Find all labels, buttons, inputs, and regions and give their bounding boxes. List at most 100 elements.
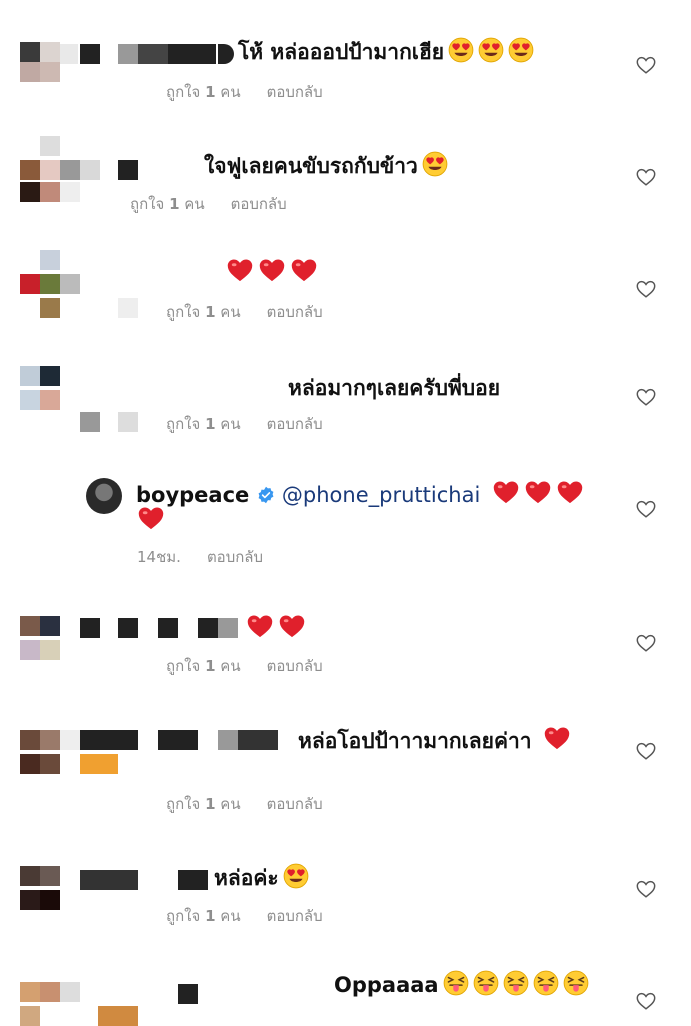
like-count[interactable]: ถูกใจ 1 คน: [166, 657, 241, 675]
reply-link[interactable]: ตอบกลับ: [267, 795, 323, 813]
redacted-username: [80, 412, 100, 432]
red-heart-emoji: [492, 478, 520, 506]
comment-meta: ถูกใจ 1 คน ตอบกลับ: [130, 192, 313, 216]
redacted-username: [98, 1006, 138, 1026]
avatar[interactable]: [20, 616, 60, 660]
redacted-username: [118, 412, 138, 432]
avatar[interactable]: [20, 866, 60, 910]
redacted-username: [138, 44, 168, 64]
reply-link[interactable]: ตอบกลับ: [231, 195, 287, 213]
redacted-username: [218, 618, 238, 638]
mention-link[interactable]: @phone_pruttichai: [282, 483, 480, 507]
squint-tongue-emoji: [563, 970, 589, 996]
red-heart-emoji: [556, 478, 584, 506]
heart-outline-icon[interactable]: [635, 278, 657, 300]
heart-eyes-emoji: [508, 37, 534, 63]
like-count[interactable]: ถูกใจ 1 คน: [130, 195, 205, 213]
comment-text: [242, 612, 306, 641]
avatar[interactable]: [20, 730, 60, 774]
red-heart-emoji: [278, 612, 306, 640]
like-count[interactable]: ถูกใจ 1 คน: [166, 303, 241, 321]
squint-tongue-emoji: [533, 970, 559, 996]
reply-link[interactable]: ตอบกลับ: [267, 657, 323, 675]
heart-outline-icon[interactable]: [635, 740, 657, 762]
redacted-username: [158, 618, 178, 638]
redacted-username: [238, 730, 278, 750]
redacted-username: [168, 44, 216, 64]
squint-tongue-emoji: [503, 970, 529, 996]
avatar[interactable]: [20, 42, 60, 82]
heart-outline-icon[interactable]: [635, 632, 657, 654]
redacted-username: [80, 44, 100, 64]
reply-link[interactable]: ตอบกลับ: [267, 415, 323, 433]
heart-eyes-emoji: [478, 37, 504, 63]
comment-meta: ถูกใจ 1 คน ตอบกลับ: [166, 904, 349, 928]
redacted-username: [198, 618, 218, 638]
reply-item: boypeace @phone_pruttichai 14ชม. ตอบกลับ: [0, 478, 691, 578]
redacted-username: [80, 730, 138, 750]
comment-meta: ถูกใจ 1 คน ตอบกลับ: [166, 300, 349, 324]
reply-meta: 14ชม. ตอบกลับ: [137, 545, 289, 569]
comment-text: โห้ หล่อออปป้ามากเฮีย: [238, 36, 534, 69]
comment-text: หล่อค่ะ: [214, 862, 309, 895]
heart-eyes-emoji: [422, 151, 448, 177]
comment-text: [222, 256, 318, 285]
comment-item: หล่อโอปป้าาามากเลยค่าา ถูกใจ 1 คน ตอบกลับ: [0, 724, 691, 814]
red-heart-emoji: [246, 612, 274, 640]
avatar[interactable]: [20, 136, 80, 206]
heart-outline-icon[interactable]: [635, 498, 657, 520]
redacted-username: [118, 298, 138, 318]
heart-outline-icon[interactable]: [635, 386, 657, 408]
comment-text: หล่อมากๆเลยครับพี่บอย: [288, 376, 501, 400]
heart-outline-icon[interactable]: [635, 878, 657, 900]
redacted-username: [218, 730, 238, 750]
redacted-username: [80, 160, 100, 180]
squint-tongue-emoji: [443, 970, 469, 996]
heart-outline-icon[interactable]: [635, 990, 657, 1012]
red-heart-emoji: [258, 256, 286, 284]
like-count[interactable]: ถูกใจ 1 คน: [166, 907, 241, 925]
heart-outline-icon[interactable]: [635, 166, 657, 188]
comment-item: ถูกใจ 1 คน ตอบกลับ: [0, 250, 691, 330]
verified-badge-icon: [258, 486, 274, 504]
comment-meta: ถูกใจ 1 คน ตอบกลับ: [166, 792, 349, 816]
comment-item: ถูกใจ 1 คน ตอบกลับ: [0, 616, 691, 686]
redacted-username: [118, 160, 138, 180]
comment-item: ใจฟูเลยคนขับรถกับข้าว ถูกใจ 1 คน ตอบกลับ: [0, 136, 691, 216]
avatar[interactable]: [20, 366, 60, 410]
red-heart-emoji: [226, 256, 254, 284]
heart-eyes-emoji: [283, 863, 309, 889]
like-count[interactable]: ถูกใจ 1 คน: [166, 795, 241, 813]
reply-text: boypeace @phone_pruttichai: [136, 478, 584, 507]
heart-outline-icon[interactable]: [635, 54, 657, 76]
comment-item: หล่อมากๆเลยครับพี่บอย ถูกใจ 1 คน ตอบกลับ: [0, 366, 691, 446]
like-count[interactable]: ถูกใจ 1 คน: [166, 415, 241, 433]
comment-meta: ถูกใจ 1 คน ตอบกลับ: [166, 412, 349, 436]
avatar[interactable]: [86, 478, 122, 514]
timestamp: 14ชม.: [137, 548, 181, 566]
comment-text: ใจฟูเลยคนขับรถกับข้าว: [204, 150, 448, 183]
reply-link[interactable]: ตอบกลับ: [267, 303, 323, 321]
redacted-username: [60, 730, 80, 750]
reply-link[interactable]: ตอบกลับ: [267, 907, 323, 925]
heart-eyes-emoji: [448, 37, 474, 63]
redacted-username: [80, 870, 138, 890]
redacted-username: [80, 754, 118, 774]
avatar[interactable]: [20, 982, 80, 1026]
redacted-username: [158, 730, 198, 750]
reply-link[interactable]: ตอบกลับ: [207, 548, 263, 566]
redacted-username: [118, 44, 138, 64]
like-count[interactable]: ถูกใจ 1 คน: [166, 83, 241, 101]
comment-meta: ถูกใจ 1 คน ตอบกลับ: [166, 80, 349, 104]
redacted-username: [118, 618, 138, 638]
redacted-username: [80, 618, 100, 638]
comment-item: หล่อค่ะ ถูกใจ 1 คน ตอบกลับ: [0, 862, 691, 932]
avatar[interactable]: [20, 250, 80, 320]
red-heart-emoji: [290, 256, 318, 284]
redacted-username: [218, 44, 234, 64]
comment-item: โห้ หล่อออปป้ามากเฮีย ถูกใจ 1 คน ตอบกลับ: [0, 28, 691, 108]
red-heart-emoji: [524, 478, 552, 506]
squint-tongue-emoji: [473, 970, 499, 996]
reply-link[interactable]: ตอบกลับ: [267, 83, 323, 101]
comment-meta: ถูกใจ 1 คน ตอบกลับ: [166, 654, 349, 678]
